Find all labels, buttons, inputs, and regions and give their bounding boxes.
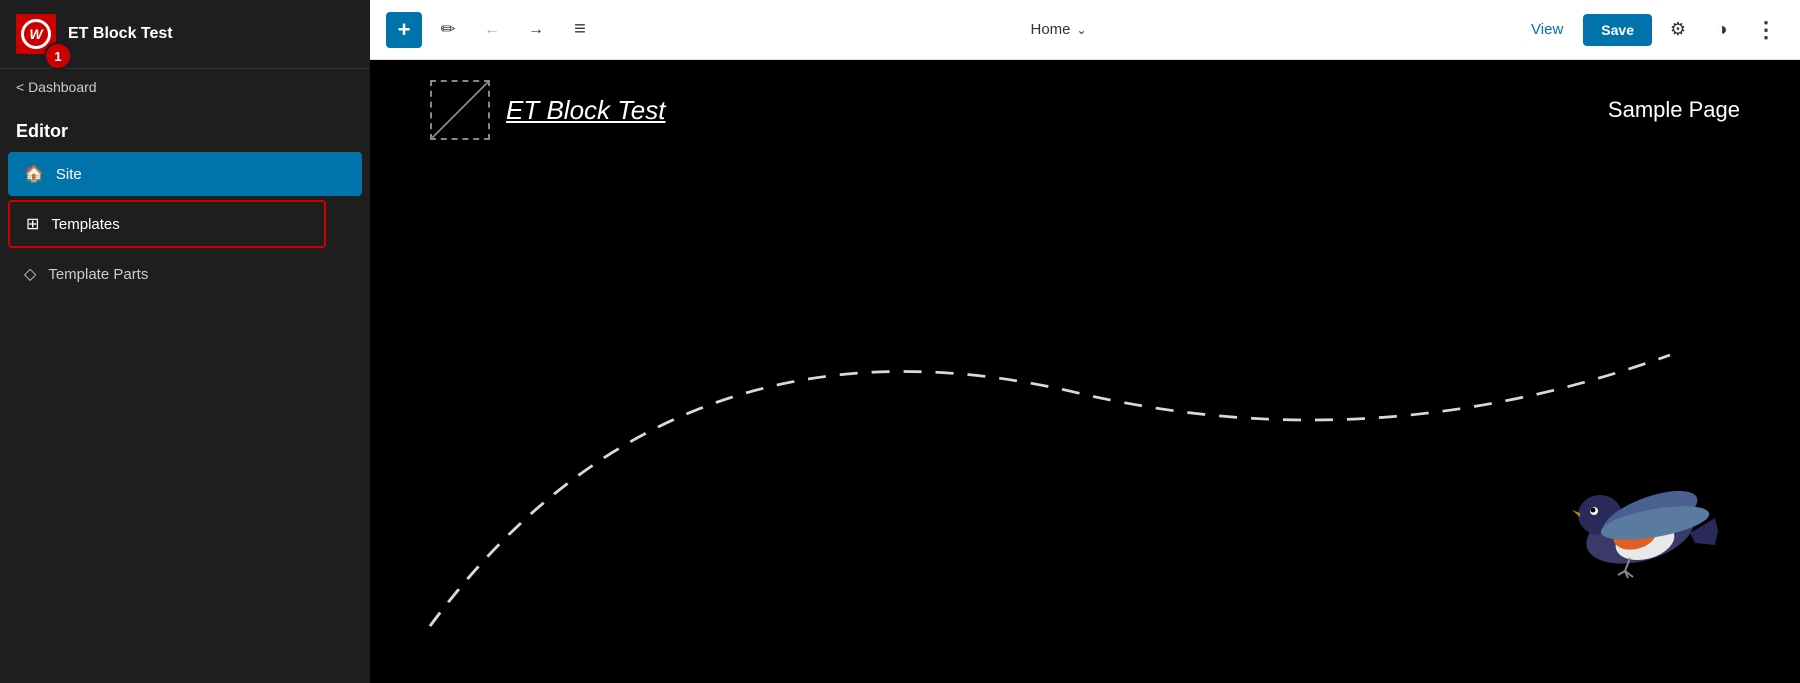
templates-icon: ⊞ [26, 214, 39, 234]
menu-button[interactable]: ≡ [562, 12, 598, 48]
wp-logo-letter: W [29, 26, 42, 42]
chevron-down-icon: ⌄ [1077, 23, 1087, 37]
template-parts-icon: ◇ [24, 264, 36, 284]
canvas-site-title: ET Block Test [506, 95, 665, 126]
redo-icon: → [528, 21, 544, 39]
sidebar-item-templates[interactable]: ⊞ Templates [8, 200, 326, 248]
sidebar-item-site[interactable]: 🏠 Site [8, 152, 362, 196]
dashboard-link[interactable]: < Dashboard [0, 69, 370, 105]
view-button[interactable]: View [1519, 15, 1575, 44]
canvas-logo-area: ET Block Test [430, 80, 665, 140]
settings-button[interactable]: ⚙ [1660, 12, 1696, 48]
sidebar-header: W 1 ET Block Test [0, 0, 370, 69]
sidebar-item-template-parts[interactable]: ◇ Template Parts [8, 252, 362, 296]
site-title: ET Block Test [68, 25, 173, 43]
sidebar-item-templates-label: Templates [51, 216, 119, 233]
canvas-header: ET Block Test Sample Page [370, 60, 1800, 160]
menu-icon: ≡ [574, 18, 586, 41]
edit-icon: ✏ [440, 19, 455, 40]
contrast-button[interactable]: ◑ [1704, 12, 1740, 48]
home-icon: 🏠 [24, 164, 44, 184]
contrast-icon: ◑ [1717, 19, 1728, 40]
bird-svg [1540, 443, 1740, 603]
dashboard-link-text: < Dashboard [16, 79, 97, 95]
canvas-logo-placeholder [430, 80, 490, 140]
undo-icon: ← [484, 21, 500, 39]
badge-1: 1 [44, 42, 72, 70]
toolbar-center: Home ⌄ [606, 15, 1511, 44]
sidebar-item-site-label: Site [56, 166, 82, 183]
main-area: + ✏ ← → ≡ Home ⌄ View Save [370, 0, 1800, 683]
home-button[interactable]: Home ⌄ [1018, 15, 1098, 44]
canvas: ET Block Test Sample Page [370, 60, 1800, 683]
sidebar: W 1 ET Block Test < Dashboard Editor 🏠 S… [0, 0, 370, 683]
home-label: Home [1030, 21, 1070, 38]
edit-button[interactable]: ✏ [430, 12, 466, 48]
redo-button[interactable]: → [518, 12, 554, 48]
undo-button[interactable]: ← [474, 12, 510, 48]
app-container: W 1 ET Block Test < Dashboard Editor 🏠 S… [0, 0, 1800, 683]
wp-logo-inner: W [21, 19, 51, 49]
bird-illustration [1540, 443, 1740, 603]
add-block-button[interactable]: + [386, 12, 422, 48]
more-options-button[interactable]: ⋮ [1748, 12, 1784, 48]
toolbar: + ✏ ← → ≡ Home ⌄ View Save [370, 0, 1800, 60]
save-button[interactable]: Save [1583, 14, 1652, 46]
canvas-sample-page: Sample Page [1608, 97, 1740, 123]
toolbar-right: View Save ⚙ ◑ ⋮ [1519, 12, 1784, 48]
settings-icon: ⚙ [1670, 19, 1686, 40]
more-options-icon: ⋮ [1755, 17, 1777, 43]
sidebar-item-template-parts-label: Template Parts [48, 266, 148, 283]
editor-label: Editor [0, 105, 370, 150]
